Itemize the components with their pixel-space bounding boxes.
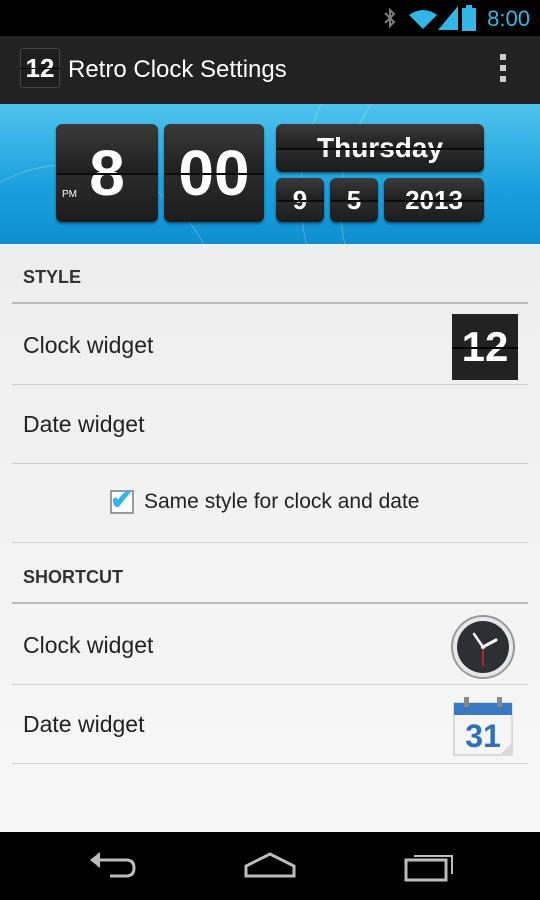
back-icon[interactable] xyxy=(80,846,140,886)
shortcut-clock-widget-label: Clock widget xyxy=(23,632,154,658)
navigation-bar xyxy=(0,832,540,900)
preview-day: 5 xyxy=(346,185,362,215)
battery-icon xyxy=(462,5,476,31)
bluetooth-icon xyxy=(384,7,396,29)
shortcut-clock-widget-row[interactable]: Clock widget xyxy=(12,606,528,685)
same-style-row[interactable]: ✔ Same style for clock and date xyxy=(12,464,528,543)
same-style-label: Same style for clock and date xyxy=(144,490,420,513)
style-clock-widget-row[interactable]: Clock widget 12 xyxy=(12,306,528,385)
status-time: 8:00 xyxy=(487,6,530,31)
preview-day-tile: 5 xyxy=(330,178,378,222)
section-header-shortcut-label: SHORTCUT xyxy=(23,567,123,587)
checkmark-icon: ✔ xyxy=(110,484,134,515)
preview-minute: 00 xyxy=(178,137,250,209)
app-icon[interactable]: 12 xyxy=(20,48,60,88)
shortcut-date-widget-label: Date widget xyxy=(23,711,145,737)
section-header-style-label: STYLE xyxy=(23,267,82,287)
same-style-checkbox[interactable]: ✔ xyxy=(110,486,134,514)
preview-ampm: PM xyxy=(62,189,77,200)
style-date-widget-row[interactable]: Date widget xyxy=(12,385,528,464)
settings-list: STYLE Clock widget 12 Date widget ✔ Same… xyxy=(0,244,540,832)
clock-preview-banner: 8 PM 00 Thursday 9 5 2013 xyxy=(0,104,540,244)
preview-year: 2013 xyxy=(405,185,463,215)
status-bar: 8:00 xyxy=(0,0,540,36)
analog-clock-icon xyxy=(451,615,515,679)
section-header-style: STYLE xyxy=(12,244,528,304)
section-header-shortcut: SHORTCUT xyxy=(12,544,528,604)
preview-minute-tile: 00 xyxy=(164,124,264,222)
wifi-icon xyxy=(409,10,437,29)
flip-clock-style-icon: 12 xyxy=(452,314,518,380)
calendar-icon: 31 xyxy=(453,697,513,756)
preview-year-tile: 2013 xyxy=(384,178,484,222)
style-clock-widget-label: Clock widget xyxy=(23,332,154,358)
overflow-menu-icon[interactable] xyxy=(500,54,508,86)
shortcut-date-widget-row[interactable]: Date widget 31 xyxy=(12,685,528,764)
preview-hour-tile: 8 PM xyxy=(56,124,158,222)
preview-month: 9 xyxy=(292,185,308,215)
preview-day-name-tile: Thursday xyxy=(276,124,484,172)
preview-month-tile: 9 xyxy=(276,178,324,222)
calendar-icon-text: 31 xyxy=(465,718,501,754)
action-bar: 12 Retro Clock Settings xyxy=(0,36,540,106)
preview-day-name: Thursday xyxy=(316,132,444,163)
signal-icon xyxy=(438,6,458,30)
style-date-widget-label: Date widget xyxy=(23,411,145,437)
recent-apps-icon[interactable] xyxy=(400,846,460,886)
home-icon[interactable] xyxy=(240,846,300,886)
app-title: Retro Clock Settings xyxy=(68,56,287,83)
preview-hour: 8 xyxy=(89,137,125,209)
